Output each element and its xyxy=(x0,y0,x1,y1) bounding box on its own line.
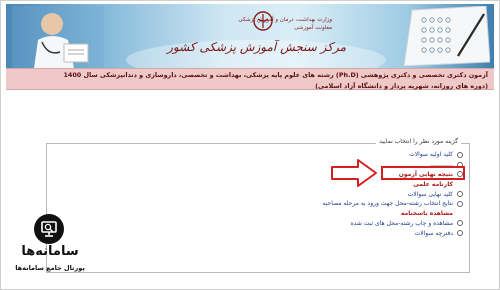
panel-legend: گزینه مورد نظر را انتخاب نمایید xyxy=(376,138,461,145)
option-label: کارنامه علمی xyxy=(413,180,453,188)
header-banner: وزارت بهداشت، درمان و آموزش پزشکی معاونت… xyxy=(6,4,494,68)
option-view-print-choices[interactable]: مشاهده و چاپ رشته-محل های ثبت شده xyxy=(263,219,463,229)
option-label: مشاهده و چاپ رشته-محل های ثبت شده xyxy=(350,219,453,227)
logo-brand-text: سامانه‌ها xyxy=(21,244,79,259)
final-result-highlight-box xyxy=(381,166,465,180)
samaneha-watermark: سامانه‌ها پورتال جامع سامانه‌ها xyxy=(8,214,88,280)
option-label: کلید اولیه سوالات xyxy=(409,151,453,159)
doctor-illustration xyxy=(12,6,104,68)
option-label: مشاهده باسخنامه xyxy=(400,210,453,218)
answer-sheet-illustration xyxy=(403,6,490,66)
option-label: نتایج انتخاب رشته-محل جهت ورود به مرحله … xyxy=(322,200,453,208)
exam-title-line1: آزمون دکتری تخصصی و دکتری پژوهشی (Ph.D) … xyxy=(63,71,488,79)
exam-title-bar: آزمون دکتری تخصصی و دکتری پژوهشی (Ph.D) … xyxy=(6,68,494,90)
option-label: کلید نهایی سوالات xyxy=(407,190,453,198)
logo-tagline: پورتال جامع سامانه‌ها xyxy=(15,264,85,272)
radio-button[interactable] xyxy=(457,151,463,158)
center-title: مرکز سنجش آموزش پزشکی کشور xyxy=(167,40,346,54)
monitor-search-icon xyxy=(41,221,57,237)
options-panel: گزینه مورد نظر را انتخاب نمایید کلید اول… xyxy=(46,138,470,273)
radio-button[interactable] xyxy=(457,191,463,198)
option-label: دفترچه سوالات xyxy=(414,229,453,237)
exam-title-line2: (دوره های روزانه، شهریه پرداز و دانشگاه … xyxy=(315,82,488,90)
logo-circle xyxy=(34,214,64,244)
radio-button[interactable] xyxy=(457,200,463,207)
ministry-text: وزارت بهداشت، درمان و آموزش پزشکی معاونت… xyxy=(238,17,332,31)
option-final-answer-key[interactable]: کلید نهایی سوالات xyxy=(263,189,463,199)
pointer-arrow-icon xyxy=(331,159,377,187)
radio-button[interactable] xyxy=(457,220,463,227)
option-interview-selection-results[interactable]: نتایج انتخاب رشته-محل جهت ورود به مرحله … xyxy=(263,199,463,209)
option-view-answer-sheet[interactable]: مشاهده باسخنامه xyxy=(263,209,463,219)
option-question-booklet[interactable]: دفترچه سوالات xyxy=(263,228,463,238)
radio-button[interactable] xyxy=(457,230,463,237)
